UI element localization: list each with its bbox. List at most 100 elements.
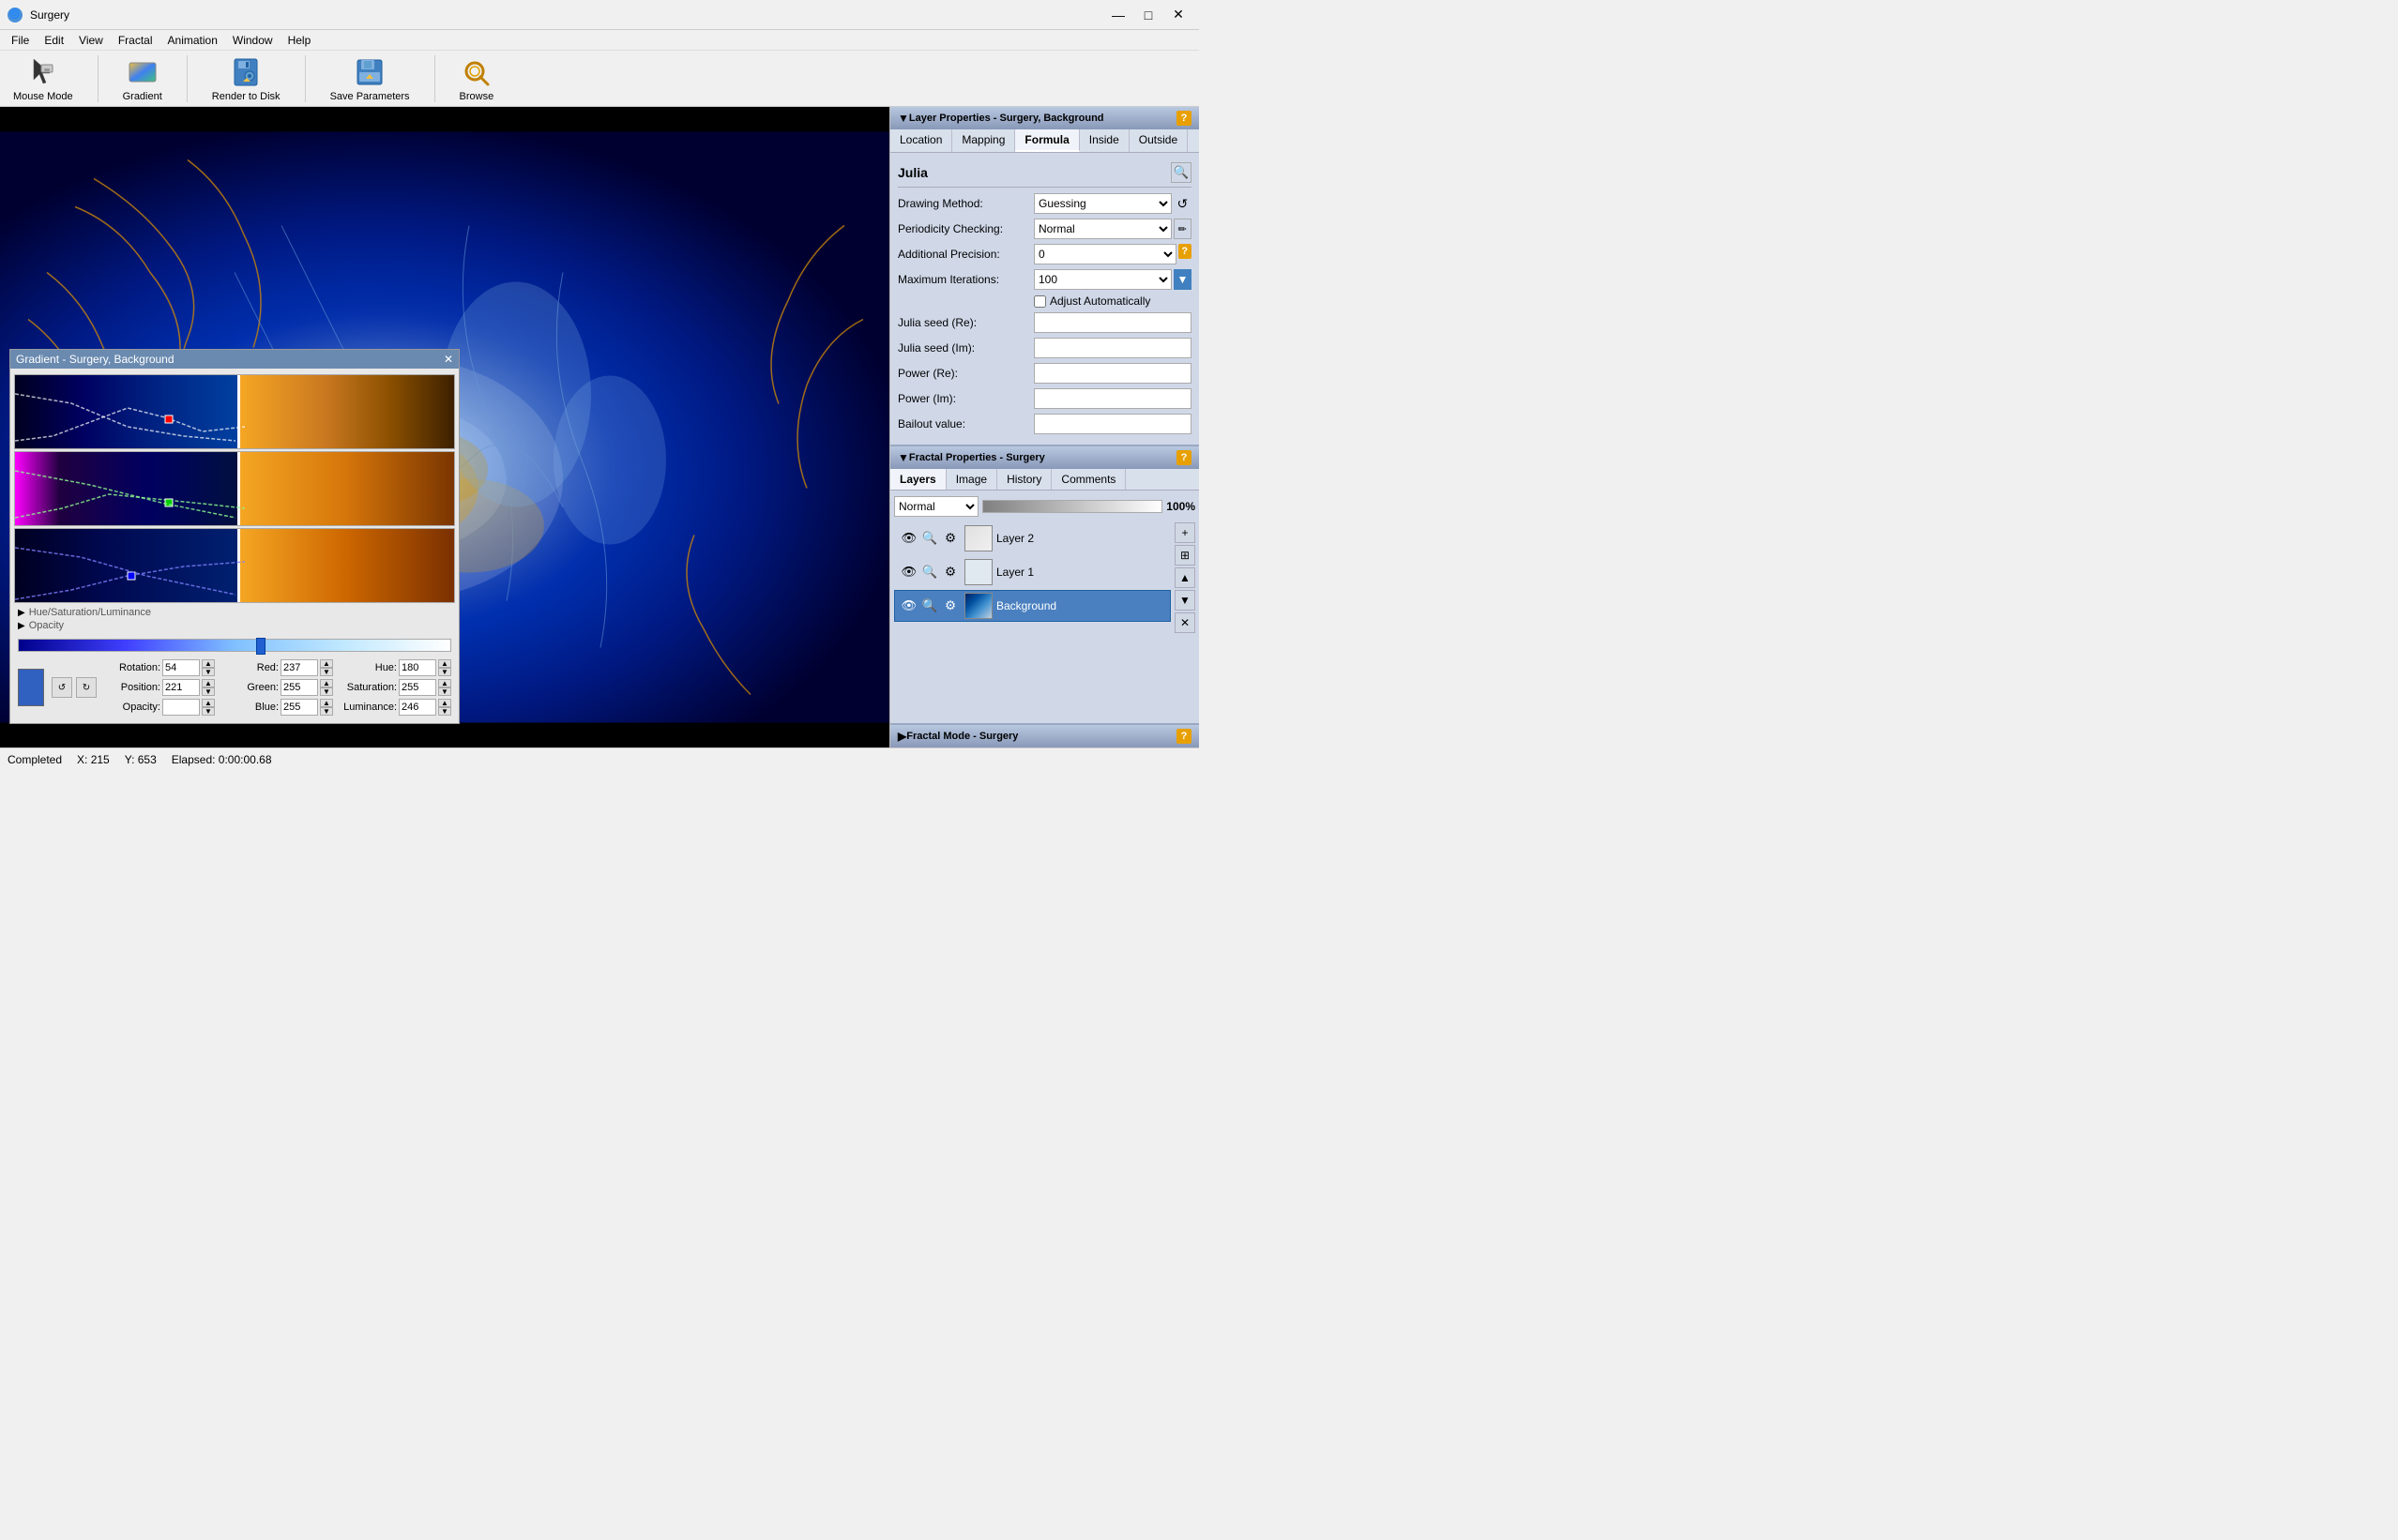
opacity-input[interactable] [162, 699, 200, 716]
opacity-spin-down[interactable]: ▼ [202, 707, 215, 716]
luminance-spin-up[interactable]: ▲ [438, 699, 451, 707]
formula-search-button[interactable]: 🔍 [1171, 162, 1191, 183]
tab-location[interactable]: Location [890, 129, 952, 152]
saturation-input[interactable] [399, 679, 436, 696]
periodicity-edit-btn[interactable]: ✏ [1174, 219, 1191, 239]
layer-item-background[interactable]: 👁 🔍 ⚙ Background [894, 590, 1171, 622]
tab-mapping[interactable]: Mapping [952, 129, 1015, 152]
maximize-button[interactable]: □ [1135, 6, 1161, 24]
gradient-row-3[interactable] [14, 528, 455, 603]
menu-view[interactable]: View [71, 32, 111, 49]
max-iter-down-btn[interactable]: ▼ [1174, 269, 1191, 290]
layer2-visibility-btn[interactable]: 👁 [899, 528, 919, 549]
menu-help[interactable]: Help [281, 32, 319, 49]
blue-slider-track[interactable] [18, 639, 451, 652]
power-im-input[interactable]: 0 [1034, 388, 1191, 409]
periodicity-select[interactable]: Normal [1034, 219, 1172, 239]
blue-spin-up[interactable]: ▲ [320, 699, 333, 707]
menu-window[interactable]: Window [225, 32, 281, 49]
tab-layers[interactable]: Layers [890, 469, 947, 490]
position-spin-down[interactable]: ▼ [202, 687, 215, 696]
fractal-mode-header[interactable]: ▶ Fractal Mode - Surgery ? [890, 725, 1199, 747]
layer1-settings-btn[interactable]: ⚙ [940, 562, 961, 582]
layer-item-2[interactable]: 👁 🔍 ⚙ Layer 2 [894, 522, 1171, 554]
green-spin-up[interactable]: ▲ [320, 679, 333, 687]
tab-comments[interactable]: Comments [1052, 469, 1126, 490]
blend-mode-select[interactable]: Normal [894, 496, 979, 517]
delete-layer-btn[interactable]: ✕ [1175, 612, 1195, 633]
layer1-zoom-btn[interactable]: 🔍 [919, 562, 940, 582]
add-layer-btn[interactable]: + [1175, 522, 1195, 543]
tab-image[interactable]: Image [947, 469, 997, 490]
green-input[interactable] [281, 679, 318, 696]
tab-outside[interactable]: Outside [1130, 129, 1188, 152]
hue-spin-down[interactable]: ▼ [438, 668, 451, 676]
saturation-spin-down[interactable]: ▼ [438, 687, 451, 696]
menu-file[interactable]: File [4, 32, 37, 49]
red-input[interactable] [281, 659, 318, 676]
fractal-properties-help[interactable]: ? [1176, 450, 1191, 465]
luminance-spin-down[interactable]: ▼ [438, 707, 451, 716]
blue-spin-down[interactable]: ▼ [320, 707, 333, 716]
background-zoom-btn[interactable]: 🔍 [919, 596, 940, 616]
tab-history[interactable]: History [997, 469, 1052, 490]
green-spin-down[interactable]: ▼ [320, 687, 333, 696]
rotation-spin-down[interactable]: ▼ [202, 668, 215, 676]
saturation-spin-up[interactable]: ▲ [438, 679, 451, 687]
layer1-visibility-btn[interactable]: 👁 [899, 562, 919, 582]
blue-slider-thumb[interactable] [256, 638, 266, 655]
red-spin-up[interactable]: ▲ [320, 659, 333, 668]
opacity-spin-up[interactable]: ▲ [202, 699, 215, 707]
menu-edit[interactable]: Edit [37, 32, 71, 49]
gradient-button[interactable]: Gradient [117, 53, 168, 104]
close-button[interactable]: ✕ [1165, 6, 1191, 24]
gradient-row-1[interactable] [14, 374, 455, 449]
layer2-zoom-btn[interactable]: 🔍 [919, 528, 940, 549]
rotation-spin-up[interactable]: ▲ [202, 659, 215, 668]
red-spin-down[interactable]: ▼ [320, 668, 333, 676]
julia-re-input[interactable]: -0.9119754557606 [1034, 312, 1191, 333]
bailout-input[interactable]: 128 [1034, 414, 1191, 434]
menu-animation[interactable]: Animation [160, 32, 225, 49]
layer-up-btn[interactable]: ▲ [1175, 567, 1195, 588]
luminance-input[interactable] [399, 699, 436, 716]
layer-item-1[interactable]: 👁 🔍 ⚙ Layer 1 [894, 556, 1171, 588]
drawing-method-select[interactable]: Guessing [1034, 193, 1172, 214]
hue-input[interactable] [399, 659, 436, 676]
background-visibility-btn[interactable]: 👁 [899, 596, 919, 616]
position-spin-up[interactable]: ▲ [202, 679, 215, 687]
tab-inside[interactable]: Inside [1080, 129, 1130, 152]
precision-help[interactable]: ? [1178, 244, 1191, 259]
power-re-control: 2 [1034, 363, 1191, 384]
position-input[interactable] [162, 679, 200, 696]
save-parameters-button[interactable]: Save Parameters [325, 53, 416, 104]
drawing-method-refresh[interactable]: ↺ [1174, 193, 1191, 214]
tab-formula[interactable]: Formula [1015, 129, 1079, 152]
render-to-disk-button[interactable]: Render to Disk [206, 53, 286, 104]
rotate-right-button[interactable]: ↻ [76, 677, 97, 698]
hue-spin-up[interactable]: ▲ [438, 659, 451, 668]
luminance-label: Luminance: [341, 702, 397, 713]
adjust-auto-checkbox[interactable] [1034, 295, 1046, 308]
gradient-row-2[interactable] [14, 451, 455, 526]
layer2-settings-btn[interactable]: ⚙ [940, 528, 961, 549]
rotate-left-button[interactable]: ↺ [52, 677, 72, 698]
browse-button[interactable]: Browse [454, 53, 500, 104]
blue-input[interactable] [281, 699, 318, 716]
minimize-button[interactable]: — [1105, 6, 1131, 24]
precision-select[interactable]: 0 [1034, 244, 1176, 264]
rotation-input[interactable] [162, 659, 200, 676]
fractal-mode-help[interactable]: ? [1176, 729, 1191, 744]
layer-properties-help[interactable]: ? [1176, 111, 1191, 126]
gradient-panel-close[interactable]: ✕ [444, 353, 453, 366]
julia-im-input[interactable]: 0.315034635433 [1034, 338, 1191, 358]
duplicate-layer-btn[interactable]: ⊞ [1175, 545, 1195, 566]
menu-fractal[interactable]: Fractal [111, 32, 160, 49]
fractal-canvas-area[interactable]: Gradient - Surgery, Background ✕ [0, 107, 889, 747]
green-label: Green: [222, 682, 279, 693]
mouse-mode-button[interactable]: Mouse Mode [8, 53, 79, 104]
layer-down-btn[interactable]: ▼ [1175, 590, 1195, 611]
power-re-input[interactable]: 2 [1034, 363, 1191, 384]
max-iter-select[interactable]: 100 [1034, 269, 1172, 290]
background-settings-btn[interactable]: ⚙ [940, 596, 961, 616]
